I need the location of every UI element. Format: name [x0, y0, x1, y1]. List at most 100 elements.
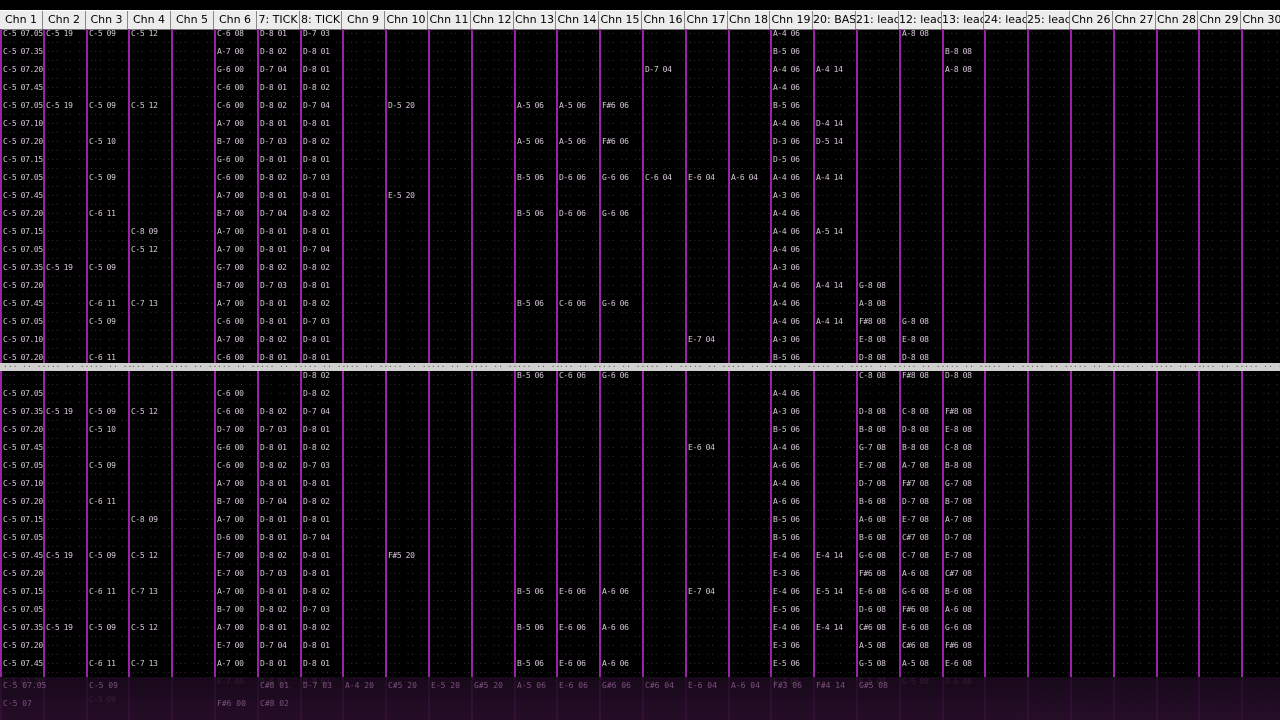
- pattern-cell[interactable]: A-5 06: [559, 101, 586, 110]
- pattern-cell[interactable]: A-5 06: [517, 101, 544, 110]
- pattern-cell[interactable]: F#6 08: [945, 641, 972, 650]
- pattern-cell[interactable]: C-5 07.05: [3, 533, 43, 542]
- pattern-cell[interactable]: A-5 08: [902, 659, 929, 668]
- pattern-cell[interactable]: C-6 04: [645, 173, 672, 182]
- pattern-cell[interactable]: C-5 07.20: [3, 281, 43, 290]
- pattern-cell[interactable]: A-4 06: [773, 65, 800, 74]
- pattern-cell[interactable]: E-7 00: [217, 641, 244, 650]
- pattern-cell[interactable]: G-6 08: [859, 551, 886, 560]
- pattern-cell[interactable]: C-5 07.20: [3, 65, 43, 74]
- pattern-cell[interactable]: C-5 09: [89, 317, 116, 326]
- pattern-cell[interactable]: A-4 06: [773, 317, 800, 326]
- pattern-cell[interactable]: D-8 01: [260, 299, 287, 308]
- pattern-cell[interactable]: D-6 06: [559, 173, 586, 182]
- pattern-cell[interactable]: D-8 02: [303, 443, 330, 452]
- pattern-cell[interactable]: A-7 08: [945, 515, 972, 524]
- pattern-cell[interactable]: D-7 08: [945, 533, 972, 542]
- pattern-cell[interactable]: C-8 09: [131, 227, 158, 236]
- pattern-cell[interactable]: D-8 02: [260, 263, 287, 272]
- channel-column-7[interactable]: D-8 01 D-8 02 D-7 04 D-8 01 D-8 02 D-8 01 D-7 …: [257, 29, 300, 720]
- pattern-cell[interactable]: C-5 19: [46, 263, 73, 272]
- pattern-cell[interactable]: A-4 14: [816, 65, 843, 74]
- pattern-cell[interactable]: D-8 01: [260, 29, 287, 38]
- pattern-cell[interactable]: C-8 08: [859, 371, 886, 380]
- pattern-cell[interactable]: C-6 11: [89, 209, 116, 218]
- pattern-cell[interactable]: C-8 08: [945, 443, 972, 452]
- pattern-cell[interactable]: A-3 06: [773, 191, 800, 200]
- pattern-cell[interactable]: D-7 03: [260, 281, 287, 290]
- pattern-cell[interactable]: C-8 09: [131, 515, 158, 524]
- pattern-cell[interactable]: C#7 08: [902, 533, 929, 542]
- pattern-cell[interactable]: C-5 07.20: [3, 353, 43, 362]
- channel-header-17[interactable]: Chn 17: [685, 11, 728, 29]
- pattern-cell[interactable]: D-7 04: [260, 65, 287, 74]
- pattern-cell[interactable]: F#7 08: [902, 479, 929, 488]
- pattern-cell[interactable]: A-4 06: [773, 443, 800, 452]
- pattern-cell[interactable]: D-8 01: [303, 281, 330, 290]
- pattern-cell[interactable]: E-7 08: [859, 461, 886, 470]
- pattern-cell[interactable]: D-8 02: [260, 335, 287, 344]
- pattern-cell[interactable]: G-6 06: [602, 299, 629, 308]
- channel-column-9[interactable]: ··· ·· ·· ··· ·· ·· ··· ·· ·· ··· ·· ·· ··· …: [342, 29, 385, 720]
- pattern-cell[interactable]: D-8 01: [260, 587, 287, 596]
- pattern-cell[interactable]: E-6 06: [559, 623, 586, 632]
- pattern-cell[interactable]: D-8 01: [303, 65, 330, 74]
- pattern-cell[interactable]: G-8 08: [859, 281, 886, 290]
- pattern-cell[interactable]: D-8 01: [303, 119, 330, 128]
- pattern-cell[interactable]: C-5 12: [131, 551, 158, 560]
- pattern-cell[interactable]: B-5 06: [773, 353, 800, 362]
- channel-column-18[interactable]: A-6 04 ··· ·· ·· ··· ·· ·· ··· ·· ·· ··· ·· …: [728, 29, 770, 720]
- channel-header-27[interactable]: Chn 27: [1113, 11, 1156, 29]
- channel-header-18[interactable]: Chn 18: [728, 11, 770, 29]
- pattern-cell[interactable]: B-5 06: [517, 299, 544, 308]
- pattern-cell[interactable]: B-5 06: [773, 515, 800, 524]
- pattern-cell[interactable]: D-8 01: [260, 83, 287, 92]
- pattern-cell[interactable]: C-5 19: [46, 551, 73, 560]
- pattern-cell[interactable]: D-8 02: [303, 137, 330, 146]
- pattern-cell[interactable]: C-6 00: [217, 317, 244, 326]
- pattern-cell[interactable]: C-5 07.05: [3, 389, 43, 398]
- pattern-cell[interactable]: C-6 06: [559, 299, 586, 308]
- pattern-cell[interactable]: C-7 13: [131, 587, 158, 596]
- pattern-cell[interactable]: D-7 03: [260, 137, 287, 146]
- channel-header-29[interactable]: Chn 29: [1198, 11, 1241, 29]
- channel-column-19[interactable]: A-4 06 B-5 06 A-4 06 A-4 06 B-5 06 A-4 06 D-3 …: [770, 29, 813, 720]
- channel-header-19[interactable]: Chn 19: [770, 11, 813, 29]
- pattern-cell[interactable]: E-7 00: [217, 551, 244, 560]
- channel-header-11[interactable]: Chn 11: [428, 11, 471, 29]
- pattern-cell[interactable]: D-8 01: [260, 479, 287, 488]
- pattern-cell[interactable]: C-6 00: [217, 353, 244, 362]
- channel-header-3[interactable]: Chn 3: [86, 11, 128, 29]
- pattern-cell[interactable]: C-5 07.20: [3, 641, 43, 650]
- pattern-cell[interactable]: C-5 12: [131, 407, 158, 416]
- pattern-cell[interactable]: B-8 08: [859, 425, 886, 434]
- channel-header-14[interactable]: Chn 14: [556, 11, 599, 29]
- pattern-cell[interactable]: E-7 08: [902, 515, 929, 524]
- channel-header-2[interactable]: Chn 2: [43, 11, 86, 29]
- pattern-cell[interactable]: E-7 04: [688, 587, 715, 596]
- pattern-cell[interactable]: D-8 01: [260, 353, 287, 362]
- pattern-cell[interactable]: C-5 12: [131, 101, 158, 110]
- pattern-cell[interactable]: D-8 01: [260, 119, 287, 128]
- channel-column-17[interactable]: E-6 04 E-7 04 E-6 04 E-7 04 ··· ·· ·· ··· ·· …: [685, 29, 728, 720]
- pattern-cell[interactable]: A-4 06: [773, 173, 800, 182]
- pattern-cell[interactable]: D-8 01: [260, 515, 287, 524]
- pattern-cell[interactable]: F#6 08: [859, 569, 886, 578]
- pattern-cell[interactable]: A-7 00: [217, 227, 244, 236]
- pattern-cell[interactable]: A-6 08: [902, 569, 929, 578]
- channel-header-20[interactable]: 20: BASS: [813, 11, 856, 29]
- pattern-cell[interactable]: B-6 08: [859, 497, 886, 506]
- pattern-cell[interactable]: C-7 13: [131, 659, 158, 668]
- pattern-cell[interactable]: A-4 06: [773, 119, 800, 128]
- channel-column-11[interactable]: ··· ·· ·· ··· ·· ·· ··· ·· ·· ··· ·· ·· ··· …: [428, 29, 471, 720]
- pattern-cell[interactable]: A-3 06: [773, 407, 800, 416]
- pattern-cell[interactable]: C-5 09: [89, 407, 116, 416]
- pattern-cell[interactable]: A-4 06: [773, 299, 800, 308]
- pattern-cell[interactable]: A-4 14: [816, 281, 843, 290]
- pattern-cell[interactable]: E-5 06: [773, 605, 800, 614]
- pattern-cell[interactable]: E-4 14: [816, 551, 843, 560]
- pattern-cell[interactable]: D-8 01: [260, 317, 287, 326]
- pattern-cell[interactable]: D-7 04: [303, 407, 330, 416]
- pattern-cell[interactable]: G-6 00: [217, 65, 244, 74]
- pattern-cell[interactable]: D-8 01: [303, 659, 330, 668]
